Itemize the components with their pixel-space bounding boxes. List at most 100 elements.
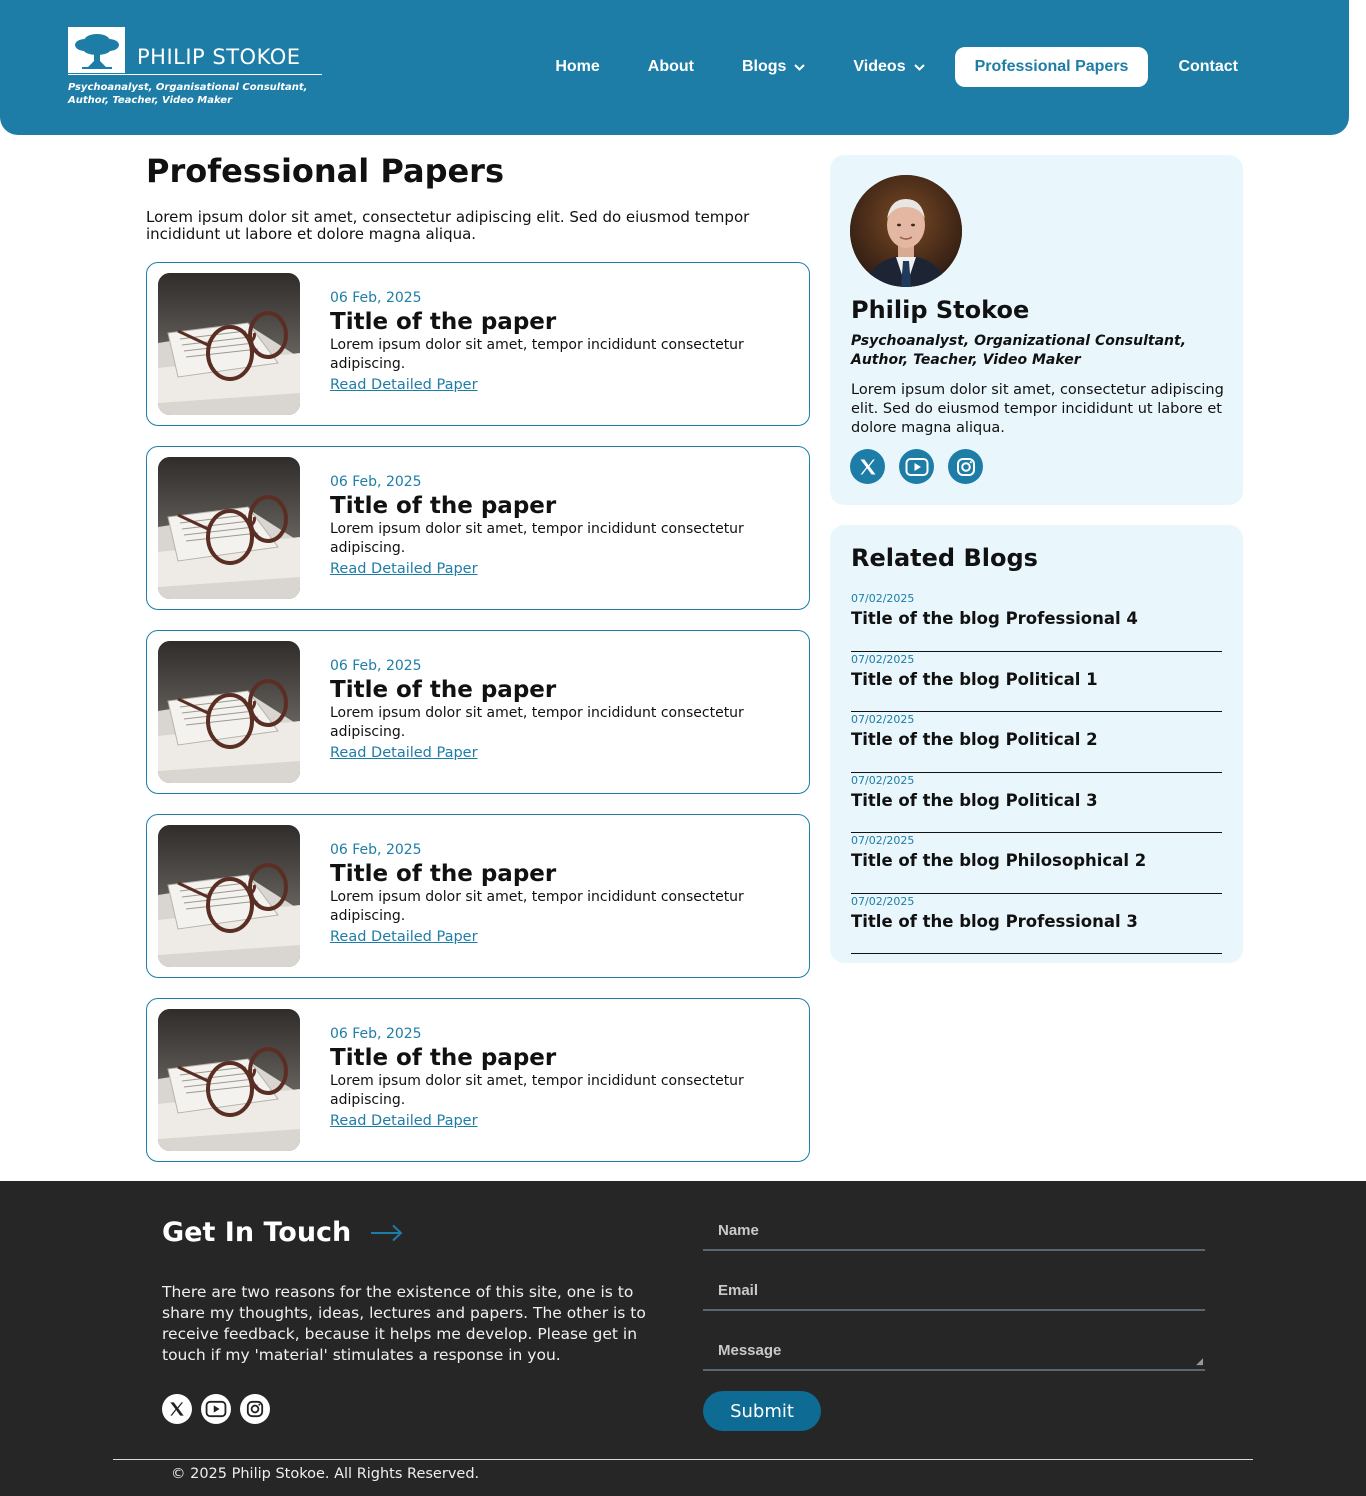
- related-blog-date: 07/02/2025: [851, 894, 915, 908]
- profile-bio: Lorem ipsum dolor sit amet, consectetur …: [851, 382, 1224, 436]
- chevron-down-icon: [794, 60, 806, 74]
- message-field[interactable]: [718, 1341, 1205, 1359]
- site-footer: Get In Touch There are two reasons for t…: [0, 1181, 1366, 1496]
- related-blog-item[interactable]: 07/02/2025 Title of the blog Philosophica…: [851, 833, 1222, 894]
- paper-card: 06 Feb, 2025 Title of the paper Lorem ip…: [146, 630, 810, 794]
- paper-date: 06 Feb, 2025: [330, 290, 422, 306]
- brand-tagline: Psychoanalyst, Organisational Consultant…: [68, 82, 308, 106]
- paper-thumbnail[interactable]: [158, 457, 300, 599]
- paper-thumbnail[interactable]: [158, 825, 300, 967]
- brand-name: PHILIP STOKOE: [137, 45, 301, 69]
- related-blog-date: 07/02/2025: [851, 773, 915, 787]
- related-blog-title: Title of the blog Political 1: [851, 669, 1098, 689]
- related-blog-title: Title of the blog Political 3: [851, 790, 1098, 810]
- paper-card: 06 Feb, 2025 Title of the paper Lorem ip…: [146, 998, 810, 1162]
- paper-title: Title of the paper: [330, 493, 557, 519]
- instagram-icon[interactable]: [240, 1394, 270, 1424]
- email-field-wrap: [703, 1271, 1205, 1311]
- x-icon[interactable]: [850, 449, 885, 484]
- youtube-icon[interactable]: [201, 1394, 231, 1424]
- arrow-right-icon: [371, 1224, 403, 1242]
- nav-contact-label: Contact: [1178, 58, 1238, 75]
- nav-about[interactable]: About: [624, 58, 718, 76]
- get-in-touch-title: Get In Touch: [162, 1217, 352, 1248]
- main-nav: Home About Blogs Videos Professional Pap…: [531, 47, 1262, 87]
- nav-papers-label: Professional Papers: [974, 58, 1129, 75]
- profile-role: Psychoanalyst, Organizational Consultant…: [851, 333, 1187, 368]
- get-in-touch-heading: Get In Touch: [162, 1217, 403, 1248]
- related-blog-item[interactable]: 07/02/2025 Title of the blog Professional…: [851, 591, 1222, 652]
- read-paper-link[interactable]: Read Detailed Paper: [330, 927, 478, 947]
- nav-contact[interactable]: Contact: [1154, 58, 1262, 76]
- nav-blogs-label: Blogs: [741, 58, 787, 75]
- related-blog-date: 07/02/2025: [851, 713, 915, 726]
- nav-about-label: About: [647, 58, 694, 75]
- resize-handle-icon[interactable]: ◢: [1196, 1358, 1203, 1367]
- paper-excerpt: Lorem ipsum dolor sit amet, tempor incid…: [330, 1073, 744, 1108]
- related-blog-date: 07/02/2025: [851, 834, 915, 847]
- profile-card: Philip Stokoe Psychoanalyst, Organizatio…: [830, 155, 1243, 505]
- nav-videos[interactable]: Videos: [829, 58, 948, 76]
- paper-card: 06 Feb, 2025 Title of the paper Lorem ip…: [146, 814, 810, 978]
- site-header: PHILIP STOKOE Psychoanalyst, Organisatio…: [0, 0, 1349, 135]
- paper-title: Title of the paper: [330, 1045, 557, 1071]
- read-paper-link[interactable]: Read Detailed Paper: [330, 559, 478, 579]
- paper-title: Title of the paper: [330, 861, 557, 887]
- youtube-icon[interactable]: [899, 449, 934, 484]
- related-blog-item[interactable]: 07/02/2025 Title of the blog Professional…: [851, 894, 1222, 954]
- related-blog-date: 07/02/2025: [851, 652, 915, 666]
- related-blog-title: Title of the blog Professional 4: [851, 609, 1138, 628]
- read-paper-link[interactable]: Read Detailed Paper: [330, 1111, 478, 1131]
- x-icon[interactable]: [162, 1394, 192, 1424]
- copyright-text: © 2025 Philip Stokoe. All Rights Reserve…: [171, 1466, 480, 1482]
- chevron-down-icon: [913, 60, 925, 74]
- page-title: Professional Papers: [146, 152, 504, 190]
- related-blog-item[interactable]: 07/02/2025 Title of the blog Political 2: [851, 712, 1222, 773]
- page-intro: Lorem ipsum dolor sit amet, consectetur …: [146, 208, 750, 243]
- message-field-wrap: ◢: [703, 1331, 1205, 1371]
- paper-card: 06 Feb, 2025 Title of the paper Lorem ip…: [146, 262, 810, 426]
- related-blog-title: Title of the blog Philosophical 2: [851, 851, 1147, 870]
- paper-title: Title of the paper: [330, 677, 557, 703]
- footer-social-links: [162, 1394, 279, 1424]
- instagram-icon[interactable]: [948, 449, 983, 484]
- footer-divider: [113, 1459, 1253, 1460]
- contact-form: ◢ Submit: [703, 1211, 1205, 1431]
- logo-divider: [68, 74, 322, 75]
- profile-social-links: [850, 449, 997, 484]
- nav-blogs[interactable]: Blogs: [718, 58, 829, 76]
- nav-home-label: Home: [555, 58, 600, 75]
- paper-thumbnail[interactable]: [158, 1009, 300, 1151]
- related-blogs-list: 07/02/2025 Title of the blog Professional…: [851, 591, 1222, 954]
- related-blog-item[interactable]: 07/02/2025 Title of the blog Political 1: [851, 652, 1222, 712]
- site-logo[interactable]: PHILIP STOKOE Psychoanalyst, Organisatio…: [68, 27, 322, 107]
- paper-excerpt: Lorem ipsum dolor sit amet, tempor incid…: [330, 889, 744, 924]
- nav-videos-label: Videos: [853, 58, 906, 75]
- paper-excerpt: Lorem ipsum dolor sit amet, tempor incid…: [330, 337, 744, 372]
- paper-excerpt: Lorem ipsum dolor sit amet, tempor incid…: [330, 705, 744, 740]
- paper-date: 06 Feb, 2025: [330, 474, 422, 490]
- tree-logo-icon: [68, 27, 125, 73]
- submit-button[interactable]: Submit: [703, 1391, 821, 1431]
- paper-date: 06 Feb, 2025: [330, 842, 422, 858]
- related-blogs-title: Related Blogs: [851, 544, 1038, 572]
- paper-thumbnail[interactable]: [158, 641, 300, 783]
- paper-date: 06 Feb, 2025: [330, 1026, 422, 1042]
- get-in-touch-text: There are two reasons for the existence …: [162, 1283, 646, 1364]
- read-paper-link[interactable]: Read Detailed Paper: [330, 743, 478, 763]
- related-blog-title: Title of the blog Political 2: [851, 730, 1098, 749]
- paper-excerpt: Lorem ipsum dolor sit amet, tempor incid…: [330, 521, 744, 556]
- paper-date: 06 Feb, 2025: [330, 658, 422, 674]
- paper-thumbnail[interactable]: [158, 273, 300, 415]
- related-blog-item[interactable]: 07/02/2025 Title of the blog Political 3: [851, 773, 1222, 833]
- name-field-wrap: [703, 1211, 1205, 1251]
- related-blogs-card: Related Blogs 07/02/2025 Title of the blo…: [830, 525, 1243, 963]
- read-paper-link[interactable]: Read Detailed Paper: [330, 375, 478, 395]
- name-field[interactable]: [718, 1221, 1205, 1239]
- related-blog-title: Title of the blog Professional 3: [851, 911, 1138, 931]
- nav-home[interactable]: Home: [531, 58, 623, 76]
- email-field[interactable]: [718, 1281, 1205, 1299]
- related-blog-date: 07/02/2025: [851, 592, 915, 605]
- paper-card: 06 Feb, 2025 Title of the paper Lorem ip…: [146, 446, 810, 610]
- nav-professional-papers[interactable]: Professional Papers: [954, 47, 1149, 87]
